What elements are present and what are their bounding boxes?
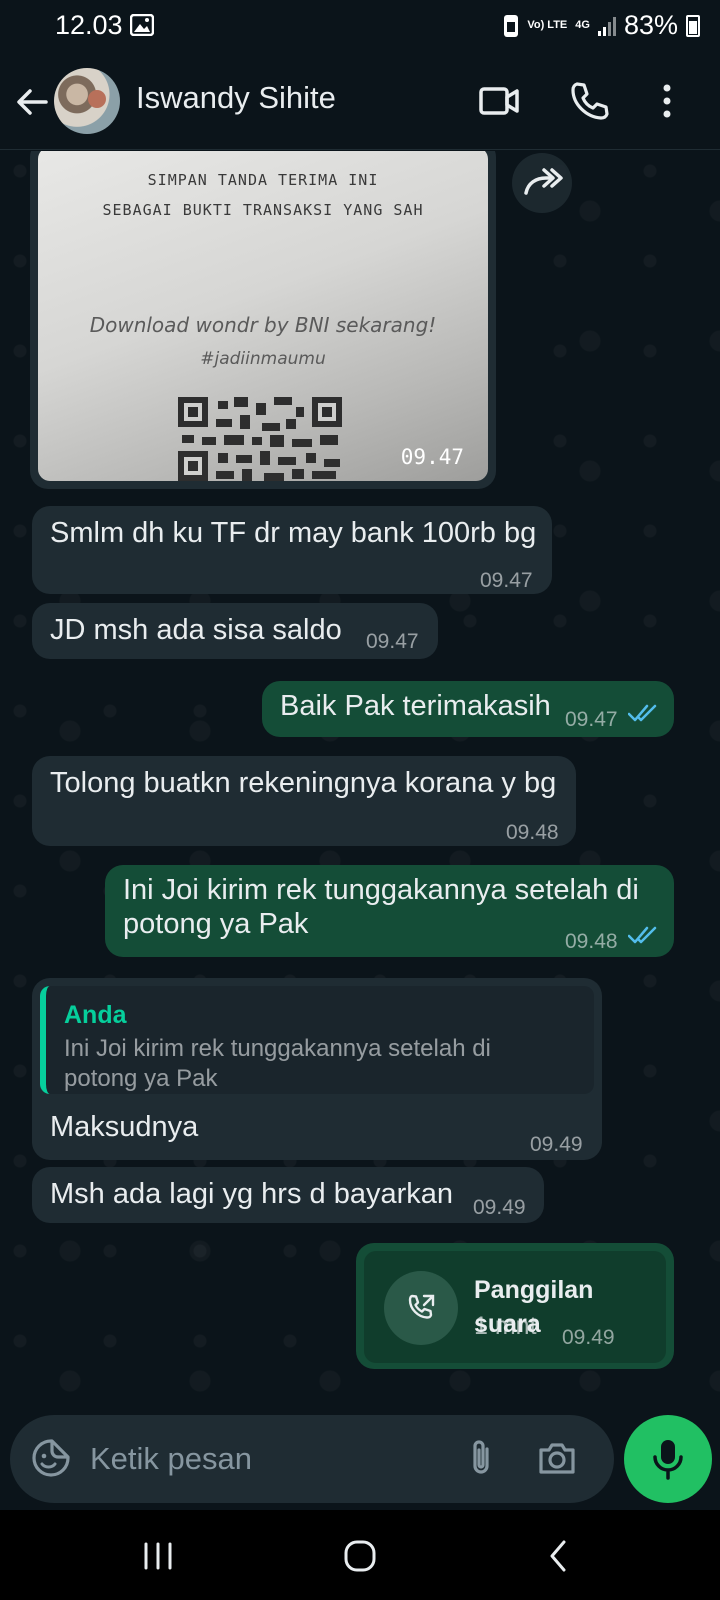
message-time: 09.49 bbox=[562, 1326, 615, 1349]
message-text: Msh ada lagi yg hrs d bayarkan bbox=[50, 1178, 453, 1210]
call-duration: 1 mnt bbox=[474, 1312, 537, 1340]
call-card[interactable]: Panggilan suara 1 mnt 09.49 bbox=[364, 1251, 666, 1363]
forward-icon bbox=[524, 168, 563, 195]
receipt-line: Download wondr by BNI sekarang! bbox=[89, 313, 437, 337]
incoming-message[interactable]: Tolong buatkn rekeningnya korana y bg 09… bbox=[32, 756, 576, 846]
quote-author: Anda bbox=[64, 1001, 127, 1029]
battery-percent: 83% bbox=[623, 10, 678, 40]
forward-button[interactable] bbox=[512, 153, 572, 213]
nav-back-icon[interactable] bbox=[540, 1540, 580, 1572]
message-text: JD msh ada sisa saldo bbox=[50, 614, 342, 646]
message-input[interactable]: Ketik pesan bbox=[90, 1441, 252, 1477]
receipt-line: #jadiinmaumu bbox=[200, 349, 326, 369]
message-time: 09.48 bbox=[565, 930, 618, 953]
message-time: 09.47 bbox=[400, 445, 464, 469]
incoming-message[interactable]: Msh ada lagi yg hrs d bayarkan 09.49 bbox=[32, 1167, 544, 1223]
message-time: 09.47 bbox=[366, 630, 419, 653]
voice-call-message[interactable]: Panggilan suara 1 mnt 09.49 bbox=[356, 1243, 674, 1369]
phone-icon[interactable] bbox=[568, 80, 610, 122]
mic-icon bbox=[653, 1440, 683, 1480]
home-icon[interactable] bbox=[340, 1540, 380, 1572]
message-text: Baik Pak terimakasih bbox=[280, 690, 551, 722]
message-time: 09.49 bbox=[530, 1133, 583, 1156]
volte-indicator: Vo) LTE bbox=[527, 19, 568, 31]
status-right: Vo) LTE 4G 83% bbox=[503, 10, 700, 41]
arrow-back-icon[interactable] bbox=[14, 84, 50, 120]
message-time: 09.47 bbox=[480, 569, 533, 592]
recent-apps-icon[interactable] bbox=[138, 1540, 178, 1572]
receipt-line: SIMPAN TANDA TERIMA INI bbox=[147, 171, 379, 189]
network-type: 4G bbox=[575, 19, 590, 31]
status-time: 12.03 bbox=[55, 10, 123, 40]
paperclip-icon[interactable] bbox=[460, 1437, 502, 1479]
video-call-icon[interactable] bbox=[478, 80, 520, 122]
status-bar: 12.03 Vo) LTE 4G 83% bbox=[0, 0, 720, 52]
double-check-icon bbox=[628, 704, 657, 722]
message-time: 09.49 bbox=[473, 1196, 526, 1219]
receipt-photo[interactable]: SIMPAN TANDA TERIMA INI SEBAGAI BUKTI TR… bbox=[38, 151, 488, 481]
battery-icon bbox=[686, 14, 700, 37]
call-icon-circle bbox=[384, 1271, 458, 1345]
qr-code bbox=[178, 397, 342, 481]
incoming-message[interactable]: Smlm dh ku TF dr may bank 100rb bg 09.47 bbox=[32, 506, 552, 594]
double-check-icon bbox=[628, 926, 657, 944]
message-text: Smlm dh ku TF dr may bank 100rb bg bbox=[50, 517, 537, 549]
message-time: 09.47 bbox=[565, 708, 618, 731]
quote-text-line: Ini Joi kirim rek tunggakannya setelah d… bbox=[64, 1035, 491, 1062]
contact-avatar[interactable] bbox=[54, 68, 120, 134]
signal-icon bbox=[597, 16, 616, 36]
camera-icon[interactable] bbox=[536, 1437, 578, 1479]
system-nav-bar bbox=[0, 1510, 720, 1600]
chat-header: Iswandy Sihite bbox=[0, 52, 720, 150]
message-composer[interactable]: Ketik pesan bbox=[10, 1415, 614, 1503]
quote-text-line: potong ya Pak bbox=[64, 1065, 218, 1092]
outgoing-message[interactable]: Baik Pak terimakasih 09.47 bbox=[262, 681, 674, 737]
mic-button[interactable] bbox=[624, 1415, 712, 1503]
receipt-line: SEBAGAI BUKTI TRANSAKSI YANG SAH bbox=[102, 201, 424, 219]
incoming-reply-message[interactable]: Anda Ini Joi kirim rek tunggakannya sete… bbox=[32, 978, 602, 1160]
quoted-message[interactable]: Anda Ini Joi kirim rek tunggakannya sete… bbox=[40, 986, 594, 1094]
incoming-message[interactable]: JD msh ada sisa saldo 09.47 bbox=[32, 603, 438, 659]
message-time: 09.48 bbox=[506, 821, 559, 844]
chat-area[interactable]: SIMPAN TANDA TERIMA INI SEBAGAI BUKTI TR… bbox=[0, 151, 720, 1401]
outgoing-message[interactable]: Ini Joi kirim rek tunggakannya setelah d… bbox=[105, 865, 674, 957]
more-vert-icon[interactable] bbox=[646, 80, 688, 122]
contact-name[interactable]: Iswandy Sihite bbox=[136, 80, 336, 116]
data-saver-icon bbox=[504, 14, 519, 37]
outgoing-call-icon bbox=[408, 1294, 435, 1319]
message-text-line: potong ya Pak bbox=[123, 908, 309, 940]
image-message[interactable]: SIMPAN TANDA TERIMA INI SEBAGAI BUKTI TR… bbox=[30, 151, 496, 489]
message-text-line: Ini Joi kirim rek tunggakannya setelah d… bbox=[123, 874, 639, 906]
message-text: Tolong buatkn rekeningnya korana y bg bbox=[50, 767, 557, 799]
quote-text: Ini Joi kirim rek tunggakannya setelah d… bbox=[64, 1034, 584, 1094]
gallery-notification-icon bbox=[130, 14, 154, 36]
message-text: Maksudnya bbox=[50, 1111, 199, 1143]
emoji-icon[interactable] bbox=[30, 1437, 72, 1479]
